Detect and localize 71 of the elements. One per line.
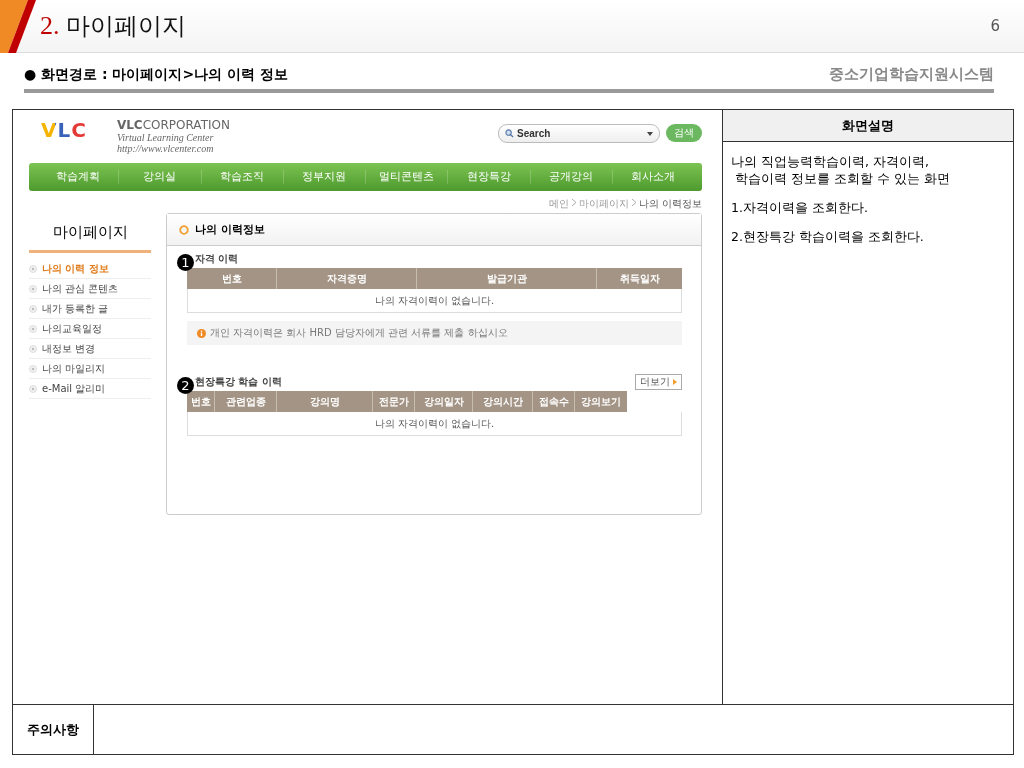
- section-title: 현장특강 학습 이력: [195, 375, 282, 389]
- column-header: 발급기관: [417, 268, 597, 289]
- chevron-icon: [631, 199, 636, 206]
- bullet-icon: [29, 324, 37, 333]
- nav-item[interactable]: 현장특강: [448, 170, 531, 184]
- sidebar-item[interactable]: e-Mail 알리미: [29, 379, 151, 399]
- sidebar-item[interactable]: 내가 등록한 글: [29, 299, 151, 319]
- nav-item[interactable]: 회사소개: [612, 170, 694, 184]
- info-icon: [197, 328, 206, 338]
- sidebar-title: 마이페이지: [29, 213, 151, 253]
- system-name: 중소기업학습지원시스템: [829, 65, 994, 84]
- search-input[interactable]: Search: [517, 128, 627, 139]
- sidebar-item[interactable]: 나의교육일정: [29, 319, 151, 339]
- column-header: 전문가: [373, 391, 415, 412]
- page-number: 6: [990, 17, 1000, 35]
- sidebar-item[interactable]: 나의 관심 콘텐츠: [29, 279, 151, 299]
- company-name: VLCCORPORATION: [116, 118, 230, 132]
- sidebar-item[interactable]: 나의 이력 정보: [29, 259, 151, 279]
- search-button[interactable]: 검색: [666, 124, 702, 142]
- column-header: 강의보기: [580, 394, 622, 409]
- nav-item[interactable]: 학습조직: [201, 170, 284, 184]
- more-button[interactable]: 더보기: [635, 374, 682, 390]
- description-text: 1.자격이력을 조회한다.: [730, 199, 869, 217]
- arrow-icon: [673, 379, 677, 385]
- bullet-icon: [29, 304, 37, 313]
- column-header: 자격증명: [277, 268, 417, 289]
- screen-path: ● 화면경로 : 마이페이지>나의 이력 정보: [24, 66, 288, 84]
- empty-message: 나의 자격이력이 없습니다.: [187, 289, 682, 313]
- nav-item[interactable]: 강의실: [119, 170, 202, 184]
- search-field[interactable]: Search: [498, 124, 660, 143]
- sidebar-item[interactable]: 나의 마일리지: [29, 359, 151, 379]
- circle-icon: [179, 224, 189, 235]
- empty-message: 나의 자격이력이 없습니다.: [187, 412, 682, 436]
- tagline: Virtual Learning Center: [116, 132, 215, 143]
- annotation-marker: 1: [177, 253, 194, 271]
- nav-item[interactable]: 공개강의: [530, 170, 613, 184]
- column-header: 번호: [187, 268, 277, 289]
- bullet-icon: [29, 344, 37, 353]
- description-text: 2.현장특강 학습이력을 조회한다.: [730, 228, 925, 246]
- breadcrumb-link[interactable]: 마이페이지: [578, 197, 629, 211]
- column-header: 번호: [187, 391, 215, 412]
- bullet-icon: [29, 264, 37, 273]
- column-header: 접속수: [533, 391, 575, 412]
- column-header: 강의일자: [415, 391, 473, 412]
- description-text: 나의 직업능력학습이력, 자격이력, 학습이력 정보를 조회할 수 있는 화면: [730, 154, 951, 188]
- section-title: 자격 이력: [195, 252, 239, 266]
- breadcrumb-link[interactable]: 나의 이력정보: [638, 197, 702, 211]
- nav-item[interactable]: 학습계획: [37, 170, 120, 184]
- sidebar-item[interactable]: 내정보 변경: [29, 339, 151, 359]
- search-icon: [505, 129, 514, 138]
- bullet-icon: [29, 364, 37, 373]
- slide-number: 2.: [40, 11, 60, 41]
- column-header: 관련업종: [215, 391, 277, 412]
- chevron-icon: [571, 199, 576, 206]
- corner-decoration: [0, 0, 38, 53]
- bullet-icon: [29, 284, 37, 293]
- description-header: 화면설명: [723, 110, 1013, 142]
- annotation-marker: 2: [177, 376, 194, 394]
- panel-title: 나의 이력정보: [195, 222, 265, 237]
- caret-icon: [647, 131, 653, 136]
- nav-item[interactable]: 멀티콘텐츠: [366, 170, 449, 184]
- bullet-icon: [29, 384, 37, 393]
- notes-label: 주의사항: [13, 705, 94, 754]
- breadcrumb-link[interactable]: 메인: [548, 197, 569, 211]
- nav-item[interactable]: 정부지원: [283, 170, 366, 184]
- column-header: 강의시간: [473, 391, 533, 412]
- column-header: 강의명: [277, 391, 373, 412]
- column-header: 취득일자: [618, 271, 661, 286]
- notice-text: 개인 자격이력은 회사 HRD 담당자에게 관련 서류를 제출 하십시오: [210, 326, 508, 340]
- site-url: http://www.vlcenter.com: [116, 143, 215, 154]
- slide-title: 마이페이지: [65, 11, 187, 42]
